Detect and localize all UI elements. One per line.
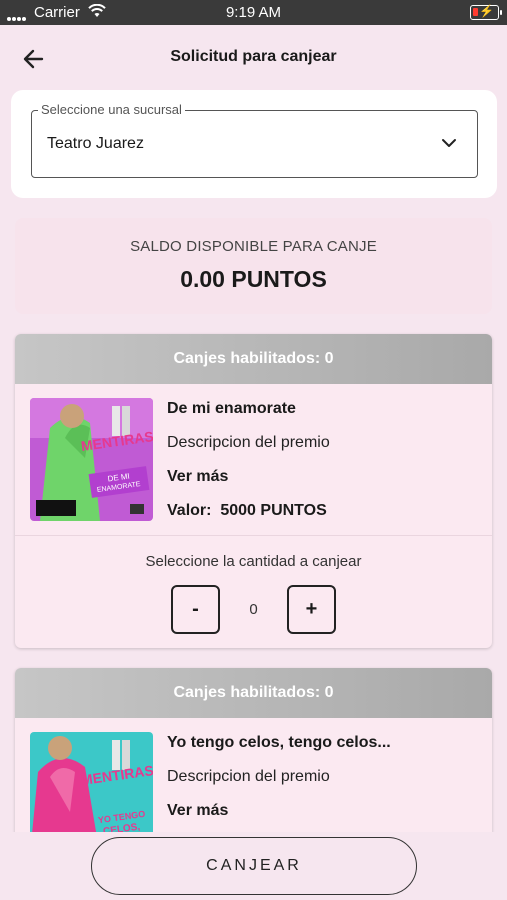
reward-card: Canjes habilitados: 0 MENTIRAS DE MI ENA… bbox=[15, 334, 492, 648]
reward-value: Valor: 5000 PUNTOS bbox=[167, 502, 327, 520]
balance-card: SALDO DISPONIBLE PARA CANJE 0.00 PUNTOS bbox=[15, 218, 492, 314]
redeem-button[interactable]: CANJEAR bbox=[91, 837, 417, 895]
balance-value: 0.00 PUNTOS bbox=[180, 266, 327, 292]
reward-header: Canjes habilitados: 0 bbox=[15, 334, 492, 384]
status-bar: Carrier 9:19 AM ⚡ bbox=[0, 0, 507, 25]
divider bbox=[15, 535, 492, 536]
reward-value-label: Valor: bbox=[167, 502, 212, 519]
chevron-down-icon bbox=[442, 139, 456, 147]
poster-image: MENTIRAS DE MI ENAMORATE bbox=[30, 398, 153, 521]
page-title: Solicitud para canjear bbox=[170, 48, 337, 65]
reward-header: Canjes habilitados: 0 bbox=[15, 668, 492, 718]
increment-button[interactable]: + bbox=[287, 585, 336, 634]
decrement-button[interactable]: - bbox=[171, 585, 220, 634]
reward-value-points: 5000 PUNTOS bbox=[220, 502, 327, 519]
battery-icon: ⚡ bbox=[470, 4, 502, 20]
reward-description: Descripcion del premio bbox=[167, 768, 330, 785]
poster-image: MENTIRAS YO TENGO CELOS, bbox=[30, 732, 153, 832]
see-more-link[interactable]: Ver más bbox=[167, 802, 228, 820]
branch-card: Seleccione una sucursal Teatro Juarez bbox=[11, 90, 497, 198]
reward-image[interactable]: MENTIRAS YO TENGO CELOS, bbox=[30, 732, 153, 832]
reward-name: De mi enamorate bbox=[167, 400, 296, 417]
branch-select-label: Seleccione una sucursal bbox=[38, 102, 185, 117]
rewards-list[interactable]: Canjes habilitados: 0 MENTIRAS DE MI ENA… bbox=[0, 320, 507, 832]
quantity-label: Seleccione la cantidad a canjear bbox=[145, 553, 362, 570]
balance-label: SALDO DISPONIBLE PARA CANJE bbox=[130, 238, 377, 255]
reward-image[interactable]: MENTIRAS DE MI ENAMORATE bbox=[30, 398, 153, 521]
reward-card: Canjes habilitados: 0 MENTIRAS YO TENGO … bbox=[15, 668, 492, 832]
reward-name: Yo tengo celos, tengo celos... bbox=[167, 734, 391, 751]
branch-select[interactable]: Seleccione una sucursal Teatro Juarez bbox=[31, 102, 478, 178]
reward-description: Descripcion del premio bbox=[167, 434, 330, 451]
branch-selected-value: Teatro Juarez bbox=[47, 135, 144, 152]
clock: 9:19 AM bbox=[225, 4, 282, 21]
see-more-link[interactable]: Ver más bbox=[167, 468, 228, 486]
quantity-value: 0 bbox=[249, 601, 258, 618]
